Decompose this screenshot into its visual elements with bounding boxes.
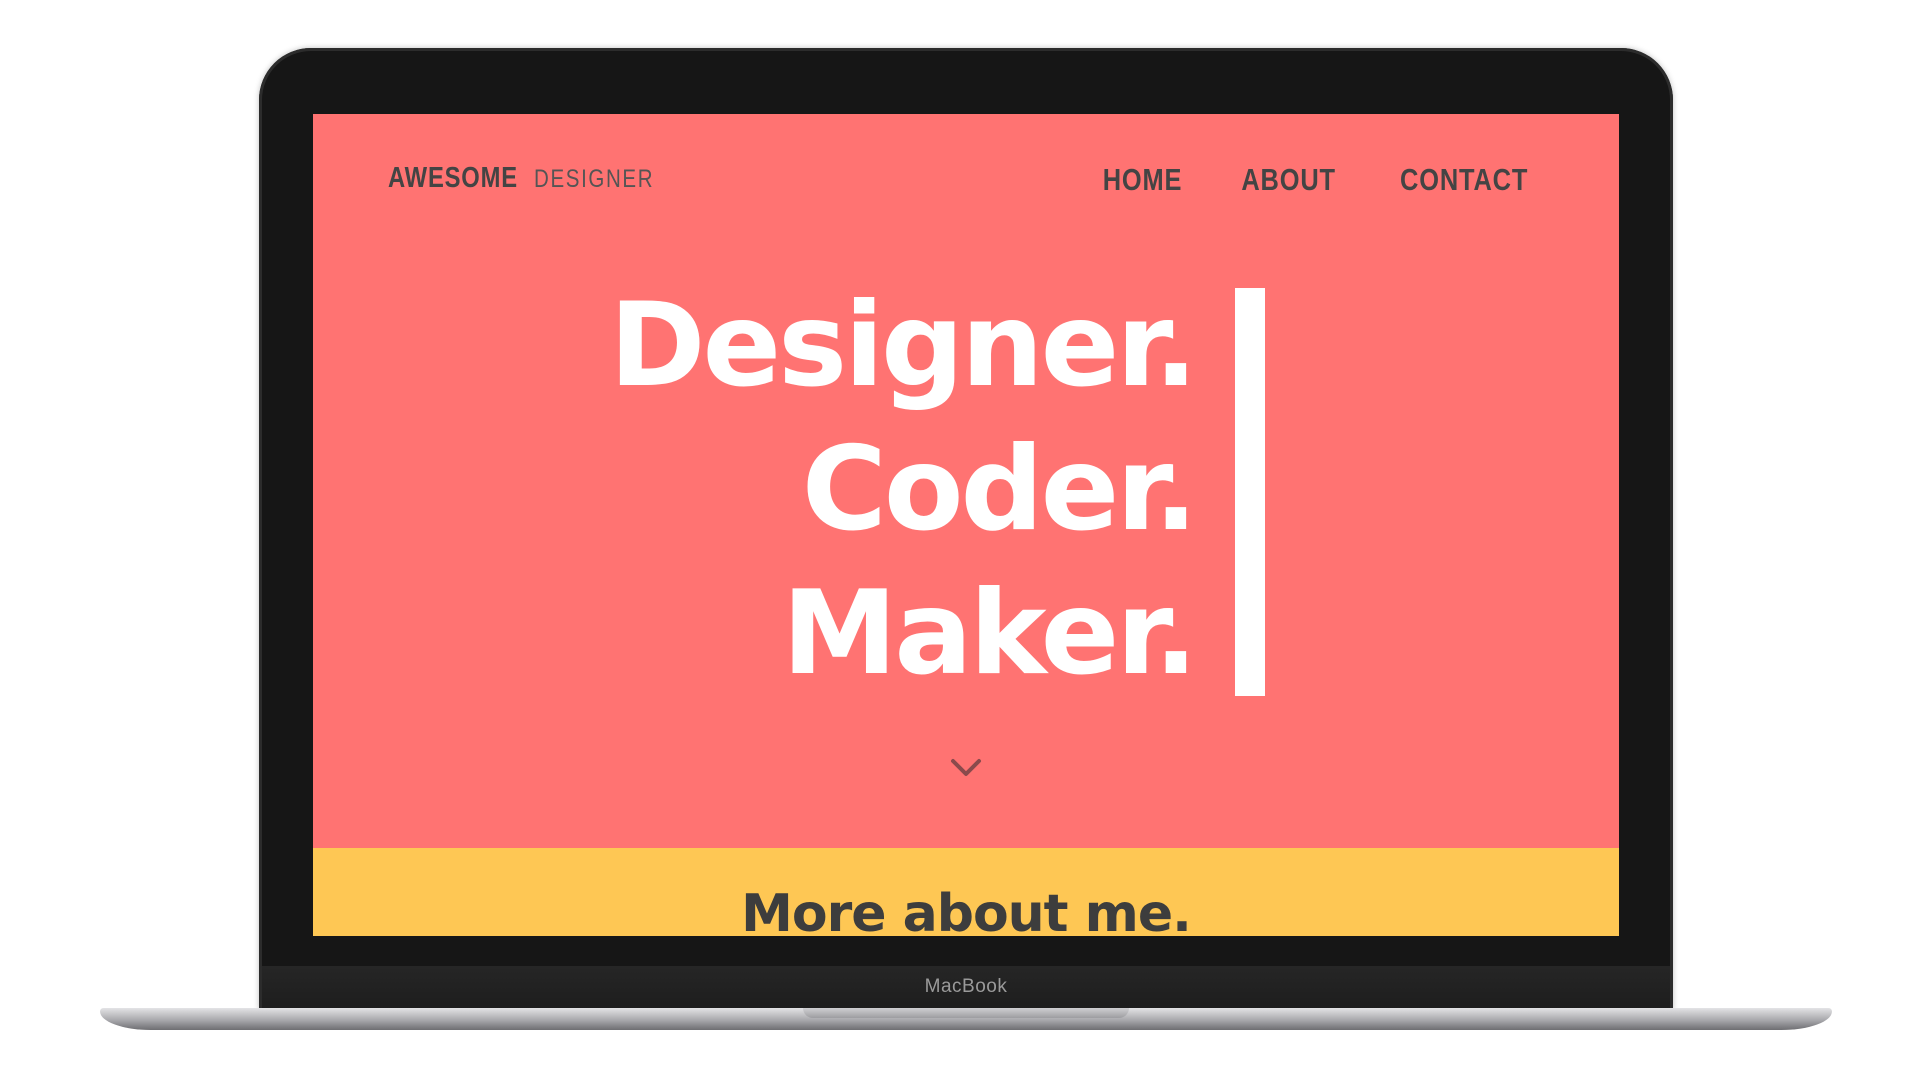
- hero-line-designer: Designer.: [609, 278, 1198, 413]
- logo-secondary-text: DESIGNER: [533, 165, 654, 193]
- laptop-chin: MacBook: [262, 966, 1670, 1010]
- chevron-down-icon-graphic: [951, 759, 981, 776]
- hero-line-coder: Coder.: [801, 422, 1198, 557]
- nav-home-link[interactable]: HOME: [1102, 162, 1182, 198]
- device-brand-label: MacBook: [924, 976, 1008, 997]
- about-heading: More about me.: [741, 884, 1192, 936]
- hero-line-maker: Maker.: [781, 566, 1198, 701]
- site-logo[interactable]: AWESOME DESIGNER: [388, 162, 680, 195]
- hero-headline: Designer. Coder. Maker.: [609, 274, 1198, 706]
- chevron-down-icon[interactable]: [950, 752, 982, 784]
- main-nav: HOME ABOUT CONTACT: [1094, 162, 1542, 198]
- about-section: More about me.: [313, 848, 1619, 936]
- laptop-screen: AWESOME DESIGNER HOME ABOUT CONTACT Desi…: [313, 114, 1619, 936]
- laptop-base-notch: [803, 1008, 1129, 1018]
- site-header: AWESOME DESIGNER HOME ABOUT CONTACT: [313, 114, 1619, 254]
- hero-section: Designer. Coder. Maker.: [313, 274, 1619, 701]
- nav-about-link[interactable]: ABOUT: [1241, 162, 1335, 198]
- logo-primary-text: AWESOME: [388, 162, 518, 194]
- nav-contact-link[interactable]: CONTACT: [1400, 162, 1528, 198]
- hero-vertical-bar: [1235, 288, 1265, 696]
